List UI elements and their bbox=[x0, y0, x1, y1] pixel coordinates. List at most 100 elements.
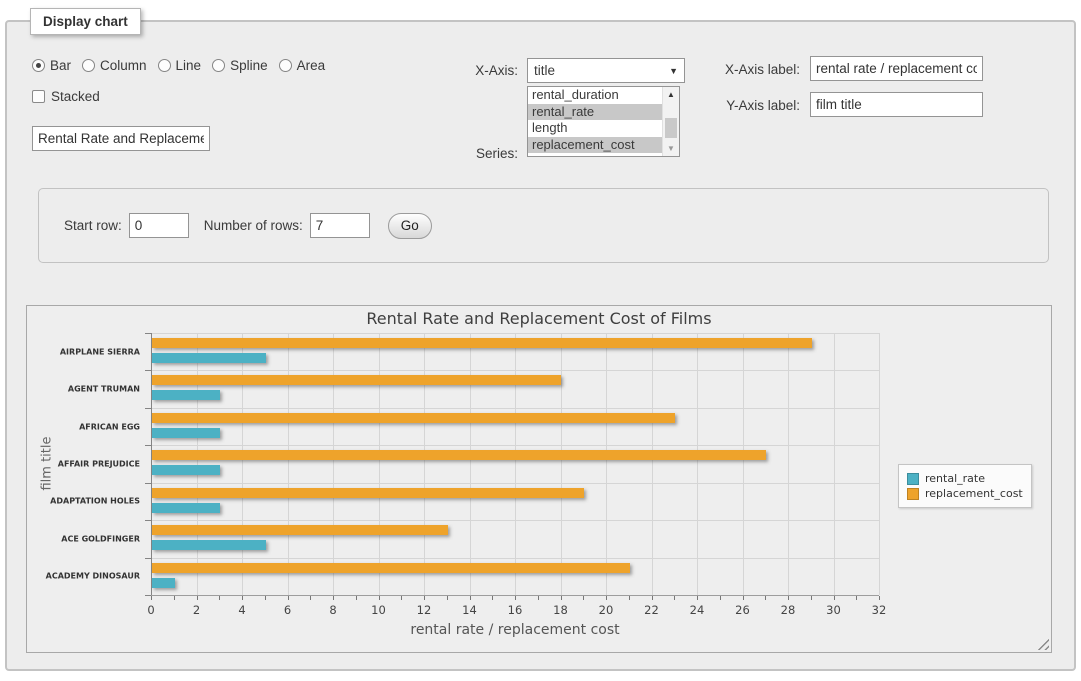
x-axis-tick bbox=[811, 596, 812, 600]
x-axis-tick-label: 18 bbox=[541, 603, 581, 617]
stacked-checkbox[interactable] bbox=[32, 90, 45, 103]
listbox-scrollbar[interactable]: ▲ ▼ bbox=[662, 87, 679, 156]
x-axis-label-input[interactable] bbox=[810, 56, 983, 81]
x-axis-tick bbox=[424, 596, 425, 600]
series-option-rental_rate[interactable]: rental_rate bbox=[528, 104, 662, 121]
scroll-down-icon[interactable]: ▼ bbox=[663, 141, 679, 156]
x-axis-select[interactable]: title ▼ bbox=[527, 58, 685, 83]
x-axis-tick-label: 6 bbox=[268, 603, 308, 617]
x-axis-tick bbox=[515, 596, 516, 600]
x-axis-tick bbox=[879, 596, 880, 600]
legend-swatch-icon bbox=[907, 488, 919, 500]
chart-title: Rental Rate and Replacement Cost of Film… bbox=[27, 309, 1051, 328]
radio-icon[interactable] bbox=[212, 59, 225, 72]
x-axis-tick bbox=[265, 596, 266, 600]
x-axis-tick-label: 0 bbox=[131, 603, 171, 617]
scrollbar-thumb[interactable] bbox=[665, 118, 677, 138]
stacked-checkbox-row: Stacked bbox=[32, 89, 100, 104]
gridline bbox=[470, 333, 471, 595]
x-axis-tick-label: 2 bbox=[177, 603, 217, 617]
x-axis-tick bbox=[447, 596, 448, 600]
gridline bbox=[151, 520, 879, 521]
radio-icon[interactable] bbox=[279, 59, 292, 72]
x-axis-label-label: X-Axis label: bbox=[725, 62, 800, 77]
num-rows-input[interactable] bbox=[310, 213, 370, 238]
bar-rental_rate bbox=[152, 465, 220, 475]
y-axis-label-input[interactable] bbox=[810, 92, 983, 117]
gridline bbox=[333, 333, 334, 595]
legend-item-replacement_cost[interactable]: replacement_cost bbox=[907, 487, 1023, 500]
chart-type-option-column[interactable]: Column bbox=[82, 58, 147, 73]
x-axis-tick bbox=[697, 596, 698, 600]
gridline bbox=[515, 333, 516, 595]
radio-option-label: Area bbox=[297, 58, 326, 73]
bar-replacement_cost bbox=[152, 488, 584, 498]
x-axis-tick bbox=[310, 596, 311, 600]
bar-replacement_cost bbox=[152, 375, 561, 385]
y-axis-tick bbox=[145, 483, 151, 484]
series-listbox[interactable]: rental_durationrental_ratelengthreplacem… bbox=[527, 86, 680, 157]
chevron-down-icon: ▼ bbox=[669, 66, 678, 76]
x-axis-tick-label: 26 bbox=[723, 603, 763, 617]
chart-container: Rental Rate and Replacement Cost of Film… bbox=[26, 305, 1052, 653]
x-axis-tick-label: 4 bbox=[222, 603, 262, 617]
x-axis-tick bbox=[174, 596, 175, 600]
radio-icon[interactable] bbox=[158, 59, 171, 72]
chart-type-option-line[interactable]: Line bbox=[158, 58, 202, 73]
x-axis-tick-label: 32 bbox=[859, 603, 899, 617]
gridline bbox=[606, 333, 607, 595]
bar-rental_rate bbox=[152, 578, 175, 588]
gridline bbox=[151, 333, 879, 334]
x-axis-tick bbox=[629, 596, 630, 600]
chart-type-option-bar[interactable]: Bar bbox=[32, 58, 71, 73]
bar-replacement_cost bbox=[152, 525, 448, 535]
bar-rental_rate bbox=[152, 353, 266, 363]
x-axis-tick-label: 12 bbox=[404, 603, 444, 617]
start-row-input[interactable] bbox=[129, 213, 189, 238]
x-axis-tick bbox=[333, 596, 334, 600]
series-option-length[interactable]: length bbox=[528, 120, 662, 137]
x-axis-tick-label: 10 bbox=[359, 603, 399, 617]
radio-icon[interactable] bbox=[82, 59, 95, 72]
gridline bbox=[151, 408, 879, 409]
x-axis-tick-label: 28 bbox=[768, 603, 808, 617]
category-label: AIRPLANE SIERRA bbox=[60, 347, 140, 356]
chart-type-option-area[interactable]: Area bbox=[279, 58, 326, 73]
y-axis-tick bbox=[145, 445, 151, 446]
category-label: ACADEMY DINOSAUR bbox=[46, 572, 140, 581]
bar-rental_rate bbox=[152, 540, 266, 550]
x-axis-tick bbox=[288, 596, 289, 600]
scroll-up-icon[interactable]: ▲ bbox=[663, 87, 679, 102]
series-option-rental_duration[interactable]: rental_duration bbox=[528, 87, 662, 104]
x-axis-tick bbox=[561, 596, 562, 600]
radio-option-label: Line bbox=[176, 58, 202, 73]
x-axis-tick-label: 8 bbox=[313, 603, 353, 617]
gridline bbox=[151, 558, 879, 559]
go-button[interactable]: Go bbox=[388, 213, 432, 239]
radio-icon[interactable] bbox=[32, 59, 45, 72]
x-axis-tick bbox=[674, 596, 675, 600]
x-axis-tick bbox=[151, 596, 152, 600]
chart-type-option-spline[interactable]: Spline bbox=[212, 58, 268, 73]
y-axis-line bbox=[151, 333, 152, 595]
bar-rental_rate bbox=[152, 390, 220, 400]
radio-option-label: Bar bbox=[50, 58, 71, 73]
x-axis-tick bbox=[538, 596, 539, 600]
chart-title-input[interactable] bbox=[32, 126, 210, 151]
radio-option-label: Column bbox=[100, 58, 147, 73]
x-axis-tick bbox=[219, 596, 220, 600]
resize-handle-icon[interactable] bbox=[1037, 638, 1049, 650]
gridline bbox=[379, 333, 380, 595]
legend-item-rental_rate[interactable]: rental_rate bbox=[907, 472, 1023, 485]
y-axis-label-label: Y-Axis label: bbox=[726, 98, 800, 113]
x-axis-tick bbox=[856, 596, 857, 600]
x-axis-tick bbox=[720, 596, 721, 600]
series-option-replacement_cost[interactable]: replacement_cost bbox=[528, 137, 662, 154]
x-axis-tick bbox=[401, 596, 402, 600]
y-axis-tick bbox=[145, 370, 151, 371]
gridline bbox=[151, 445, 879, 446]
x-axis-tick-label: 24 bbox=[677, 603, 717, 617]
y-axis-tick bbox=[145, 558, 151, 559]
x-axis-tick bbox=[197, 596, 198, 600]
x-axis-tick-label: 14 bbox=[450, 603, 490, 617]
